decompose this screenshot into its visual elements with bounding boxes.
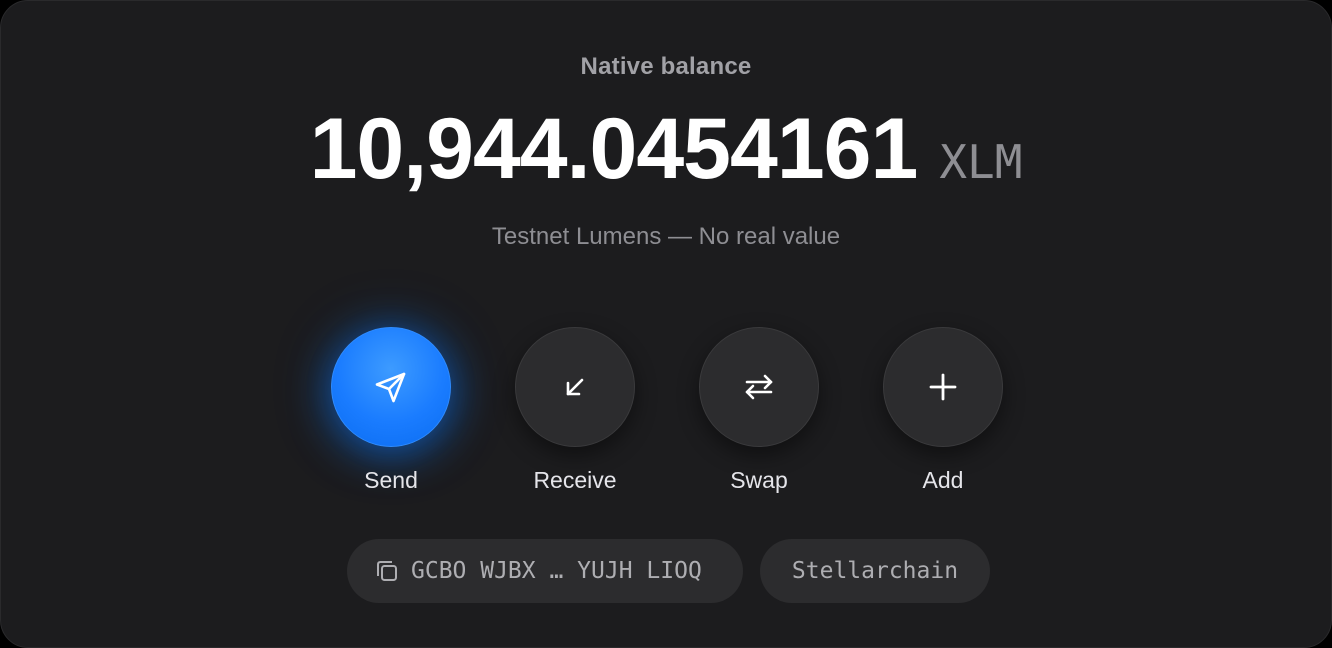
copy-icon	[373, 557, 401, 585]
send-label: Send	[364, 467, 418, 493]
balance-amount: 10,944.0454161	[309, 101, 919, 197]
send-button-circle[interactable]	[331, 327, 451, 447]
chips-row: GCBO WJBX … YUJH LIOQ Stellarchain	[347, 539, 990, 603]
receive-button-circle[interactable]	[515, 327, 635, 447]
swap-icon	[745, 374, 773, 400]
send-button[interactable]: Send	[331, 327, 451, 494]
swap-label: Swap	[730, 467, 788, 493]
balance-label: Native balance	[580, 53, 752, 80]
add-label: Add	[922, 467, 964, 493]
address-text: GCBO WJBX … YUJH LIOQ	[411, 558, 702, 584]
plus-icon	[929, 373, 957, 401]
balance-card: Native balance 10,944.0454161 XLM Testne…	[0, 0, 1332, 648]
balance-subtitle: Testnet Lumens — No real value	[491, 223, 841, 250]
balance-unit: XLM	[939, 135, 1023, 189]
explorer-link[interactable]: Stellarchain	[760, 539, 990, 603]
action-buttons: Send Receive Swap Add	[331, 327, 1003, 494]
add-button[interactable]: Add	[883, 327, 1003, 494]
add-button-circle[interactable]	[883, 327, 1003, 447]
swap-button-circle[interactable]	[699, 327, 819, 447]
receive-button[interactable]: Receive	[515, 327, 635, 494]
explorer-text: Stellarchain	[791, 558, 959, 584]
arrow-down-left-icon	[566, 378, 584, 396]
send-icon	[375, 372, 406, 403]
swap-button[interactable]: Swap	[699, 327, 819, 494]
receive-label: Receive	[533, 467, 617, 493]
balance-row: 10,944.0454161 XLM	[1, 101, 1331, 197]
copy-address-button[interactable]: GCBO WJBX … YUJH LIOQ	[347, 539, 743, 603]
